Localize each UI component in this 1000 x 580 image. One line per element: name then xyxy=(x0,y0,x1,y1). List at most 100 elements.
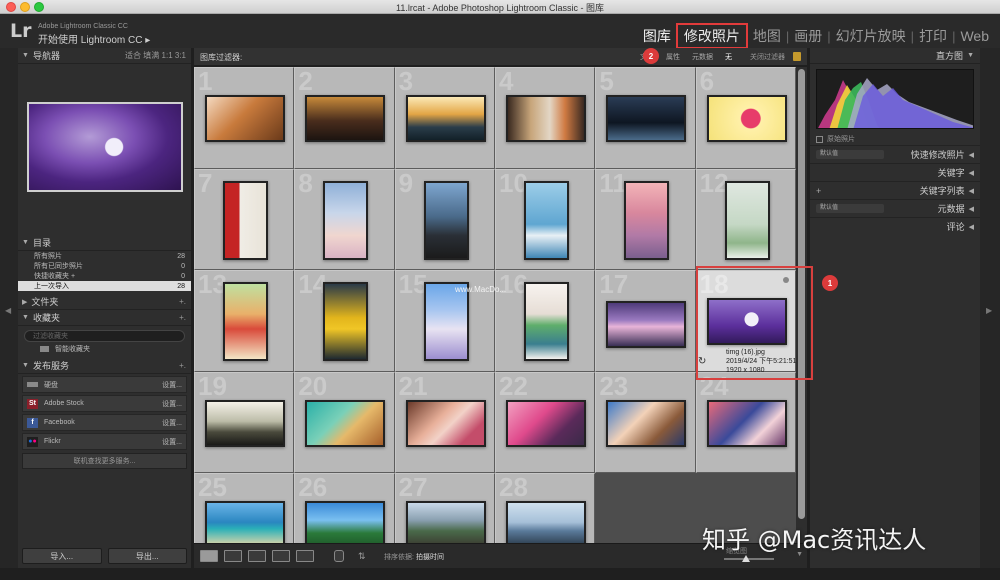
add-publish-service-button[interactable]: +. xyxy=(179,361,186,370)
original-photo-row[interactable]: 原始照片 xyxy=(810,133,980,145)
grid-cell[interactable]: 26 xyxy=(294,472,395,543)
grid-cell[interactable]: 9 xyxy=(394,168,495,270)
loupe-view-icon[interactable] xyxy=(224,550,242,562)
grid-cell[interactable]: 13 xyxy=(194,269,295,372)
grid-cell[interactable]: 2 xyxy=(294,67,395,169)
keywords-header[interactable]: 关键字 ◀ xyxy=(810,163,980,181)
photo-thumbnail[interactable] xyxy=(405,399,486,447)
lock-icon[interactable] xyxy=(793,52,801,61)
publish-settings-button[interactable]: 设置... xyxy=(162,418,182,428)
grid-cell[interactable]: 7 xyxy=(194,168,295,270)
zoom-3-1[interactable]: 3:1 xyxy=(175,51,186,60)
filter-attribute-option[interactable]: 属性 xyxy=(662,51,684,63)
publish-services-header[interactable]: ▼ 发布服务 +. xyxy=(18,358,191,374)
zoom-fit[interactable]: 适合 xyxy=(125,51,141,60)
photo-thumbnail[interactable] xyxy=(523,282,569,361)
histogram-header[interactable]: 直方图 ▼ xyxy=(810,48,980,64)
publish-service-adobe-stock[interactable]: St Adobe Stock 设置... xyxy=(22,395,187,412)
grid-cell[interactable]: 12 xyxy=(695,168,796,270)
import-button[interactable]: 导入... xyxy=(22,548,102,564)
photo-thumbnail[interactable] xyxy=(505,501,586,543)
photo-thumbnail[interactable] xyxy=(305,501,386,543)
grid-cell[interactable]: 1 xyxy=(194,67,295,169)
publish-settings-button[interactable]: 设置... xyxy=(162,399,182,409)
sort-direction-icon[interactable]: ⇅ xyxy=(358,551,366,562)
photo-thumbnail[interactable] xyxy=(323,180,369,260)
grid-cell[interactable]: 17 xyxy=(595,269,696,372)
photo-thumbnail[interactable] xyxy=(724,180,770,260)
photo-thumbnail[interactable] xyxy=(223,180,268,260)
module-web[interactable]: Web xyxy=(955,28,994,44)
metadata-header[interactable]: 默认值 元数据 ◀ xyxy=(810,199,980,217)
module-slideshow[interactable]: 幻灯片放映 xyxy=(831,26,911,46)
collections-filter-input[interactable]: 过滤收藏夹 xyxy=(24,330,185,342)
module-book[interactable]: 画册 xyxy=(789,26,827,46)
grid-cell[interactable]: 5 xyxy=(595,67,696,169)
grid-cell[interactable]: 27 xyxy=(394,472,495,543)
photo-thumbnail[interactable] xyxy=(405,95,486,142)
right-panel-toggle[interactable]: ▶ xyxy=(980,48,1000,568)
photo-thumbnail[interactable] xyxy=(523,180,569,260)
grid-cell[interactable]: 28 xyxy=(494,472,596,543)
grid-cell[interactable]: 21 xyxy=(394,371,495,473)
grid-cell[interactable]: 24 xyxy=(695,371,796,473)
module-map[interactable]: 地图 xyxy=(748,26,786,46)
photo-thumbnail[interactable] xyxy=(606,301,687,348)
brand-main-text[interactable]: 开始使用 Lightroom CC ▸ xyxy=(38,31,150,46)
publish-service-hard-drive[interactable]: 硬盘 设置... xyxy=(22,376,187,393)
metadata-preset-select[interactable]: 默认值 xyxy=(816,204,884,213)
grid-cell[interactable]: 19 xyxy=(194,371,295,473)
export-button[interactable]: 导出... xyxy=(107,548,187,564)
navigator-preview[interactable] xyxy=(26,102,183,192)
people-view-icon[interactable] xyxy=(296,550,314,562)
grid-cell[interactable]: 3 xyxy=(394,67,495,169)
zoom-1-1[interactable]: 1:1 xyxy=(162,51,173,60)
publish-service-flickr[interactable]: ●● Flickr 设置... xyxy=(22,433,187,450)
photo-thumbnail[interactable] xyxy=(305,95,386,142)
grid-cell[interactable]: 14 xyxy=(294,269,395,372)
publish-settings-button[interactable]: 设置... xyxy=(162,437,182,447)
grid-cell[interactable]: 23 xyxy=(595,371,696,473)
photo-thumbnail[interactable] xyxy=(223,282,268,361)
quick-develop-header[interactable]: 默认值 快速修改照片 ◀ xyxy=(810,145,980,163)
navigator-zoom-options[interactable]: 适合 填满 1:1 3:1 xyxy=(125,50,186,61)
find-more-services-button[interactable]: 联机查找更多服务... xyxy=(22,453,187,469)
left-panel-toggle[interactable]: ◀ xyxy=(0,48,18,568)
photo-thumbnail[interactable] xyxy=(205,501,285,543)
module-develop[interactable]: 修改照片 xyxy=(675,23,748,49)
original-photo-checkbox[interactable] xyxy=(816,135,823,143)
photo-thumbnail[interactable] xyxy=(706,399,787,447)
close-filter-button[interactable]: 关闭过滤器 xyxy=(750,52,785,62)
thumbnail-size-knob[interactable] xyxy=(742,555,750,562)
catalog-item[interactable]: 所有照片 28 xyxy=(18,251,191,261)
grid-cell[interactable]: 10 xyxy=(494,168,596,270)
smart-collections-item[interactable]: 智能收藏夹 xyxy=(18,344,191,354)
add-folder-button[interactable]: +. xyxy=(179,297,186,306)
photo-thumbnail[interactable] xyxy=(305,399,386,447)
photo-thumbnail[interactable] xyxy=(505,399,586,447)
grid-cell[interactable]: 25 xyxy=(194,472,295,543)
catalog-header[interactable]: ▼ 目录 xyxy=(18,235,191,251)
filter-none-option[interactable]: 无 xyxy=(721,51,736,63)
sort-value-select[interactable]: 拍摄时间 xyxy=(416,552,444,562)
grid-cell[interactable]: 20 xyxy=(294,371,395,473)
compare-view-icon[interactable] xyxy=(248,550,266,562)
photo-thumbnail[interactable] xyxy=(205,95,285,142)
grid-view-icon[interactable] xyxy=(200,550,218,562)
photo-thumbnail[interactable] xyxy=(423,180,469,260)
collections-header[interactable]: ▼ 收藏夹 +. xyxy=(18,310,191,326)
catalog-item[interactable]: 所有已同步照片 0 xyxy=(18,261,191,271)
photo-thumbnail[interactable] xyxy=(405,501,486,543)
catalog-item-selected[interactable]: 上一次导入 28 xyxy=(18,281,191,291)
grid-cell[interactable]: 11 xyxy=(595,168,696,270)
grid-cell[interactable]: 4 xyxy=(494,67,596,169)
grid-cell[interactable]: 16 xyxy=(494,269,596,372)
navigator-header[interactable]: ▼ 导航器 适合 填满 1:1 3:1 xyxy=(18,48,191,64)
module-library[interactable]: 图库 xyxy=(638,26,676,46)
zoom-fill[interactable]: 填满 xyxy=(143,51,159,60)
keyword-list-header[interactable]: + 关键字列表 ◀ xyxy=(810,181,980,199)
add-keyword-icon[interactable]: + xyxy=(816,186,821,196)
quick-develop-preset-select[interactable]: 默认值 xyxy=(816,150,884,159)
module-print[interactable]: 打印 xyxy=(914,26,952,46)
grid-cell[interactable]: 22 xyxy=(494,371,596,473)
